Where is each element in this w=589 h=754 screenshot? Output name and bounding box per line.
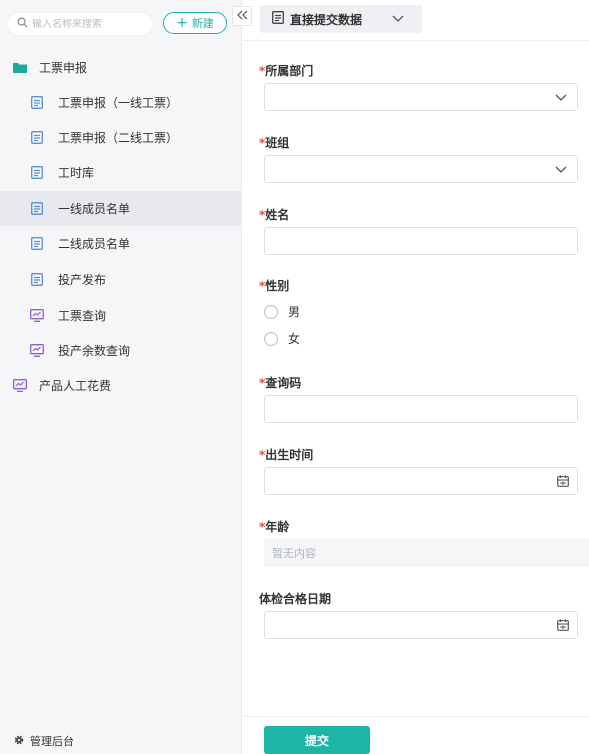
report-icon	[30, 309, 44, 323]
sidebar-item-label: 工票申报（一线工票）	[58, 96, 179, 110]
sidebar-item-hours-library[interactable]: 工时库	[0, 155, 242, 190]
checkup-date-label: 体检合格日期	[259, 592, 332, 606]
calendar-icon	[557, 475, 569, 490]
toolbar-divider	[243, 40, 589, 41]
sidebar-item-production-release[interactable]: 投产发布	[0, 262, 242, 297]
app: + 新建 工票申报 工票申报（一线工票） 工票申报（二线工票）	[0, 0, 589, 754]
name-input[interactable]	[264, 227, 578, 255]
submit-mode-dropdown[interactable]: 直接提交数据	[260, 5, 422, 33]
submit-button[interactable]: 提交	[264, 726, 370, 754]
sidebar-item-product-labor-cost[interactable]: 产品人工花费	[0, 368, 242, 403]
double-chevron-left-icon	[236, 9, 248, 24]
sidebar-item-ticket-query[interactable]: 工票查询	[0, 298, 242, 333]
form-icon	[30, 202, 44, 216]
admin-link[interactable]: 管理后台	[13, 733, 74, 749]
calendar-icon	[557, 619, 569, 634]
document-icon	[272, 11, 284, 27]
search-input[interactable]	[32, 18, 142, 30]
sidebar-item-label: 工时库	[58, 166, 95, 180]
footer-divider	[243, 716, 589, 717]
sidebar: + 新建 工票申报 工票申报（一线工票） 工票申报（二线工票）	[0, 0, 242, 754]
radio-label: 女	[288, 332, 301, 346]
birth-label: *出生时间	[259, 448, 314, 462]
sidebar-item-label: 工票查询	[58, 309, 107, 323]
age-label: *年龄	[259, 520, 290, 534]
sidebar-item-label: 产品人工花费	[39, 379, 112, 393]
sidebar-item-label: 工票申报（二线工票）	[58, 131, 179, 145]
collapse-sidebar-button[interactable]	[232, 6, 252, 26]
age-empty-text: 暂无内容	[272, 547, 316, 560]
report-icon	[30, 344, 44, 358]
gear-icon	[13, 734, 25, 749]
submit-button-label: 提交	[304, 733, 329, 748]
form-icon	[30, 273, 44, 287]
sidebar-item-ticket-line2[interactable]: 工票申报（二线工票）	[0, 120, 242, 155]
submit-mode-label: 直接提交数据	[290, 12, 363, 27]
gender-radio-male[interactable]: 男	[264, 303, 300, 320]
sidebar-item-line2-members[interactable]: 二线成员名单	[0, 226, 242, 261]
search-box[interactable]	[7, 12, 153, 36]
form-icon	[30, 166, 44, 180]
sidebar-item-label: 一线成员名单	[58, 202, 131, 216]
age-readonly-field: 暂无内容	[264, 539, 589, 567]
radio-circle	[264, 304, 278, 319]
query-code-label: *查询码	[259, 376, 302, 390]
name-label: *姓名	[259, 208, 290, 222]
query-code-input[interactable]	[264, 395, 578, 423]
sidebar-item-folder-ticket[interactable]: 工票申报	[0, 50, 242, 85]
form-icon	[30, 131, 44, 145]
department-select[interactable]	[264, 83, 578, 111]
plus-icon: +	[176, 15, 188, 31]
admin-label: 管理后台	[30, 735, 74, 748]
sidebar-item-label: 投产余数查询	[58, 344, 131, 358]
folder-icon	[13, 61, 27, 75]
birth-date-picker[interactable]	[264, 467, 578, 495]
gender-label: *性别	[259, 279, 290, 293]
radio-label: 男	[288, 305, 301, 319]
gender-radio-female[interactable]: 女	[264, 330, 300, 347]
form-icon	[30, 237, 44, 251]
sidebar-item-label: 二线成员名单	[58, 237, 131, 251]
radio-circle	[264, 331, 278, 346]
new-button[interactable]: + 新建	[163, 12, 227, 34]
chevron-down-icon	[555, 163, 567, 177]
search-icon	[17, 17, 28, 31]
form-icon	[30, 96, 44, 110]
chevron-down-icon	[392, 12, 404, 26]
sidebar-item-label: 工票申报	[39, 61, 88, 75]
sidebar-item-remaining-query[interactable]: 投产余数查询	[0, 333, 242, 368]
chevron-down-icon	[555, 91, 567, 105]
team-label: *班组	[259, 136, 290, 150]
checkup-date-picker[interactable]	[264, 611, 578, 639]
new-button-label: 新建	[191, 17, 214, 30]
sidebar-item-label: 投产发布	[58, 273, 107, 287]
department-label: *所属部门	[259, 64, 314, 78]
report-icon	[13, 379, 27, 393]
team-select[interactable]	[264, 155, 578, 183]
sidebar-item-ticket-line1[interactable]: 工票申报（一线工票）	[0, 85, 242, 120]
sidebar-item-line1-members[interactable]: 一线成员名单	[0, 191, 242, 226]
